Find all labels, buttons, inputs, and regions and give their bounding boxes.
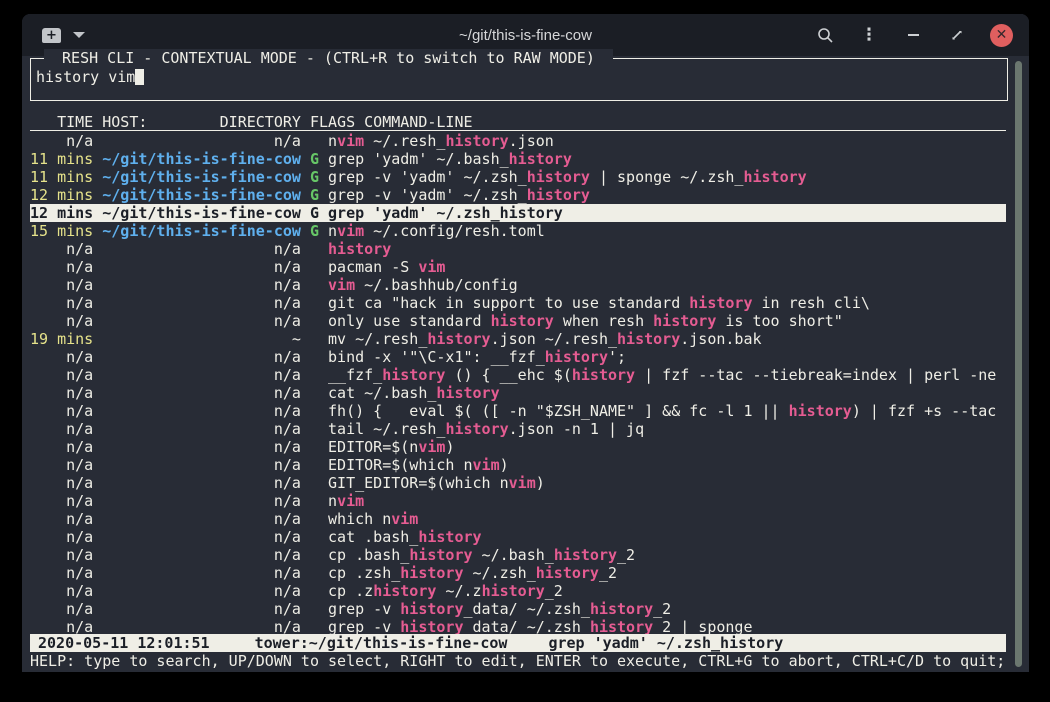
chevron-down-icon[interactable]: [73, 32, 85, 38]
terminal-window: + ~/git/this-is-fine-cow ⋮ ✕ RESH CLI - …: [22, 14, 1029, 672]
history-row[interactable]: 19 mins ~ mv ~/.resh_history.json ~/.res…: [30, 330, 1006, 348]
minimize-icon[interactable]: [902, 24, 924, 46]
history-row[interactable]: n/a n/a bind -x '"\C-x1": __fzf_history'…: [30, 348, 1006, 366]
new-tab-icon: +: [42, 28, 61, 43]
history-row[interactable]: n/a n/a EDITOR=$(nvim): [30, 438, 1006, 456]
history-row[interactable]: n/a n/a cp .zhistory ~/.zhistory_2: [30, 582, 1006, 600]
history-row[interactable]: n/a n/a pacman -S vim: [30, 258, 1006, 276]
history-list: n/a n/a nvim ~/.resh_history.json11 mins…: [30, 132, 1006, 636]
history-row[interactable]: n/a n/a cp .bash_history ~/.bash_history…: [30, 546, 1006, 564]
history-row[interactable]: n/a n/a only use standard history when r…: [30, 312, 1006, 330]
terminal-content: RESH CLI - CONTEXTUAL MODE - (CTRL+R to …: [22, 56, 1029, 672]
text-cursor: [135, 69, 144, 85]
table-header: TIME HOST: DIRECTORY FLAGS COMMAND-LINE: [30, 113, 1006, 131]
status-bar: 2020-05-11 12:01:51 tower:~/git/this-is-f…: [30, 634, 1006, 652]
restore-icon[interactable]: [946, 24, 968, 46]
history-row[interactable]: 11 mins ~/git/this-is-fine-cow G grep 'y…: [30, 150, 1006, 168]
search-query: history vim: [36, 68, 135, 86]
status-timestamp: 2020-05-11 12:01:51: [38, 634, 210, 652]
history-row[interactable]: 12 mins ~/git/this-is-fine-cow G grep -v…: [30, 186, 1006, 204]
search-icon[interactable]: [814, 24, 836, 46]
history-row[interactable]: n/a n/a GIT_EDITOR=$(which nvim): [30, 474, 1006, 492]
history-row[interactable]: 11 mins ~/git/this-is-fine-cow G grep -v…: [30, 168, 1006, 186]
history-row[interactable]: n/a n/a cp .zsh_history ~/.zsh_history_2: [30, 564, 1006, 582]
scrollbar[interactable]: [1015, 61, 1022, 667]
history-row[interactable]: n/a n/a EDITOR=$(which nvim): [30, 456, 1006, 474]
help-bar: HELP: type to search, UP/DOWN to select,…: [30, 652, 1006, 670]
history-row[interactable]: n/a n/a nvim: [30, 492, 1006, 510]
history-row[interactable]: n/a n/a __fzf_history () { __ehc $(histo…: [30, 366, 1006, 384]
history-row[interactable]: n/a n/a grep -v history_data/ ~/.zsh_his…: [30, 600, 1006, 618]
history-row[interactable]: 15 mins ~/git/this-is-fine-cow G nvim ~/…: [30, 222, 1006, 240]
history-row[interactable]: n/a n/a fh() { eval $( ([ -n "$ZSH_NAME"…: [30, 402, 1006, 420]
history-row[interactable]: n/a n/a which nvim: [30, 510, 1006, 528]
search-input[interactable]: history vim: [36, 68, 144, 86]
history-row[interactable]: n/a n/a vim ~/.bashhub/config: [30, 276, 1006, 294]
close-icon[interactable]: ✕: [990, 24, 1013, 47]
history-row[interactable]: n/a n/a git ca "hack in support to use s…: [30, 294, 1006, 312]
panel-title: RESH CLI - CONTEXTUAL MODE - (CTRL+R to …: [44, 49, 613, 67]
history-row[interactable]: 12 mins ~/git/this-is-fine-cow G grep 'y…: [30, 204, 1006, 222]
history-row[interactable]: n/a n/a cat ~/.bash_history: [30, 384, 1006, 402]
new-tab-button[interactable]: +: [42, 28, 85, 43]
status-command: grep 'yadm' ~/.zsh_history: [548, 634, 783, 652]
status-location: tower:~/git/this-is-fine-cow: [255, 634, 508, 652]
history-row[interactable]: n/a n/a tail ~/.resh_history.json -n 1 |…: [30, 420, 1006, 438]
history-row[interactable]: n/a n/a history: [30, 240, 1006, 258]
history-row[interactable]: n/a n/a nvim ~/.resh_history.json: [30, 132, 1006, 150]
menu-kebab-icon[interactable]: ⋮: [858, 24, 880, 46]
history-row[interactable]: n/a n/a cat .bash_history: [30, 528, 1006, 546]
resh-search-panel: RESH CLI - CONTEXTUAL MODE - (CTRL+R to …: [30, 58, 1008, 101]
